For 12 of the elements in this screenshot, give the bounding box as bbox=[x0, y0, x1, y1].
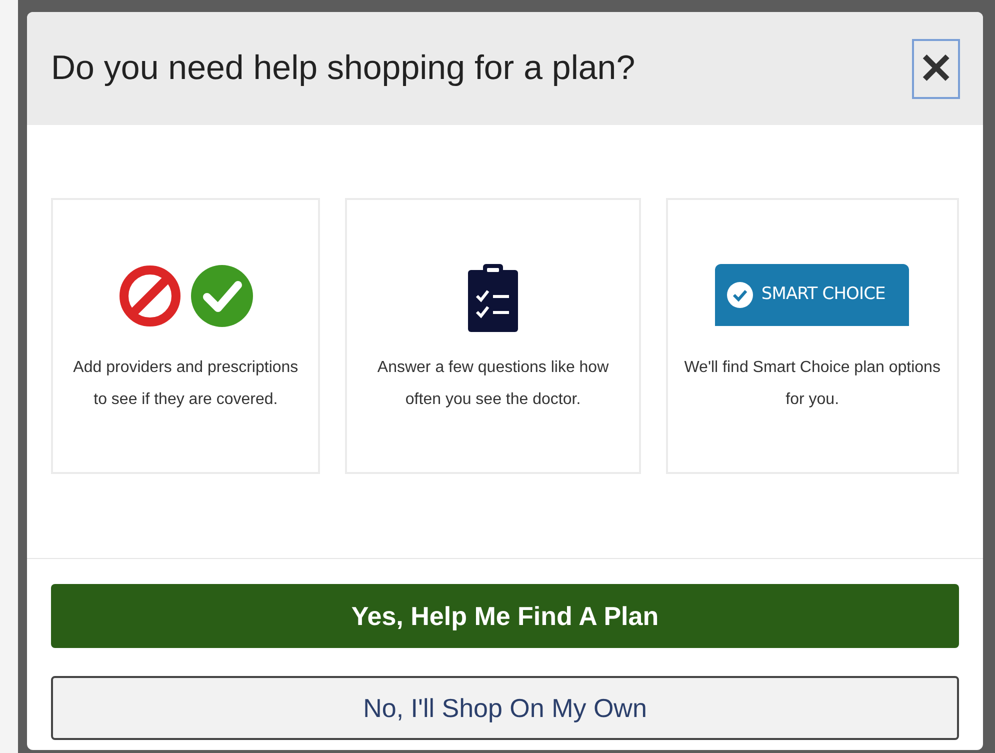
dialog-title: Do you need help shopping for a plan? bbox=[51, 48, 636, 89]
close-button[interactable]: ✕ bbox=[912, 38, 960, 98]
find-plan-button[interactable]: Yes, Help Me Find A Plan bbox=[51, 584, 959, 648]
clipboard-icon bbox=[468, 264, 518, 332]
check-circle-icon bbox=[727, 282, 754, 308]
checkmark-icon bbox=[190, 264, 254, 328]
prohibited-icon bbox=[118, 264, 182, 328]
shop-own-button[interactable]: No, I'll Shop On My Own bbox=[51, 676, 959, 740]
card-description: Answer a few questions like how often you see the doctor. bbox=[376, 358, 610, 410]
smart-choice-badge: SMART CHOICE bbox=[715, 264, 910, 326]
card-description: Add providers and prescriptions to see if they are covered. bbox=[72, 358, 300, 410]
card-description: We'll find Smart Choice plan options for you. bbox=[683, 358, 942, 410]
